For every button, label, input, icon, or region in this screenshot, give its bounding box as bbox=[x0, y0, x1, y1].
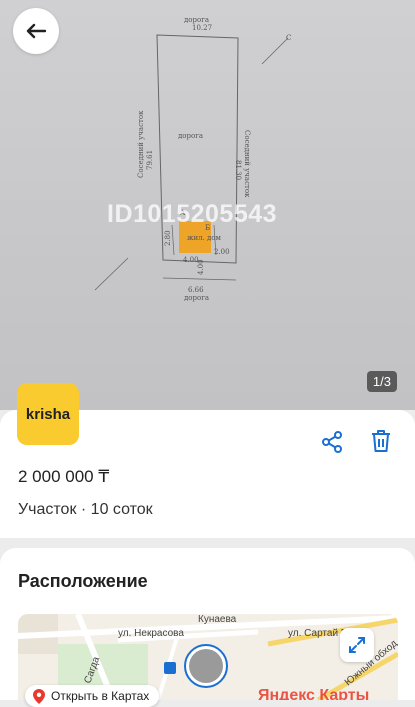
map-brand-label: Яндекс Карты bbox=[258, 687, 369, 700]
open-in-maps-label: Открыть в Картах bbox=[51, 689, 150, 703]
plan-label-north-mark: С bbox=[286, 34, 291, 42]
delete-button[interactable] bbox=[369, 428, 393, 454]
plan-label-dim-a: 2.80 bbox=[164, 230, 172, 246]
open-in-maps-button[interactable]: Открыть в Картах bbox=[25, 685, 160, 707]
plan-label-south-width: 6.66 bbox=[188, 286, 204, 294]
plan-label-left-side: Соседний участок bbox=[137, 110, 145, 178]
location-title: Расположение bbox=[18, 571, 148, 591]
listing-price: 2 000 000 ₸ bbox=[18, 467, 110, 486]
plan-label-north: дорога bbox=[184, 16, 209, 24]
watermark-id: ID1015205543 bbox=[107, 200, 278, 228]
plan-label-north-width: 10.27 bbox=[192, 24, 212, 32]
plan-label-right-side: Соседний участок bbox=[243, 130, 251, 198]
plan-label-right-length: 81.30 bbox=[234, 160, 242, 180]
share-button[interactable] bbox=[320, 430, 344, 454]
listing-subtitle: Участок · 10 соток bbox=[18, 501, 153, 518]
krisha-logo: krisha bbox=[17, 383, 79, 445]
map-street-nekrasova: ул. Некрасова bbox=[118, 628, 184, 639]
transit-stop-icon bbox=[164, 662, 176, 674]
expand-map-button[interactable] bbox=[340, 628, 374, 662]
plan-label-center: дорога bbox=[178, 132, 203, 140]
plan-label-left-length: 79.61 bbox=[146, 150, 154, 170]
brand-name: krisha bbox=[25, 405, 71, 423]
arrow-left-icon bbox=[26, 23, 46, 39]
expand-icon bbox=[349, 637, 365, 653]
photo-counter: 1/3 bbox=[366, 371, 397, 392]
plan-label-dim-d: 4.00 bbox=[197, 259, 205, 275]
trash-icon bbox=[372, 430, 390, 452]
plan-label-dim-b: 2.00 bbox=[214, 248, 230, 256]
plan-label-south: дорога bbox=[184, 294, 209, 302]
map-pin-icon bbox=[33, 688, 45, 704]
plan-label-house: жил. дом bbox=[187, 234, 222, 242]
share-icon bbox=[322, 431, 342, 453]
map-street-kunaeva: Кунаева bbox=[198, 614, 237, 625]
back-button[interactable] bbox=[13, 8, 59, 54]
listing-photo[interactable]: дорога 10.27 дорога С Соседний участок 7… bbox=[0, 0, 415, 410]
